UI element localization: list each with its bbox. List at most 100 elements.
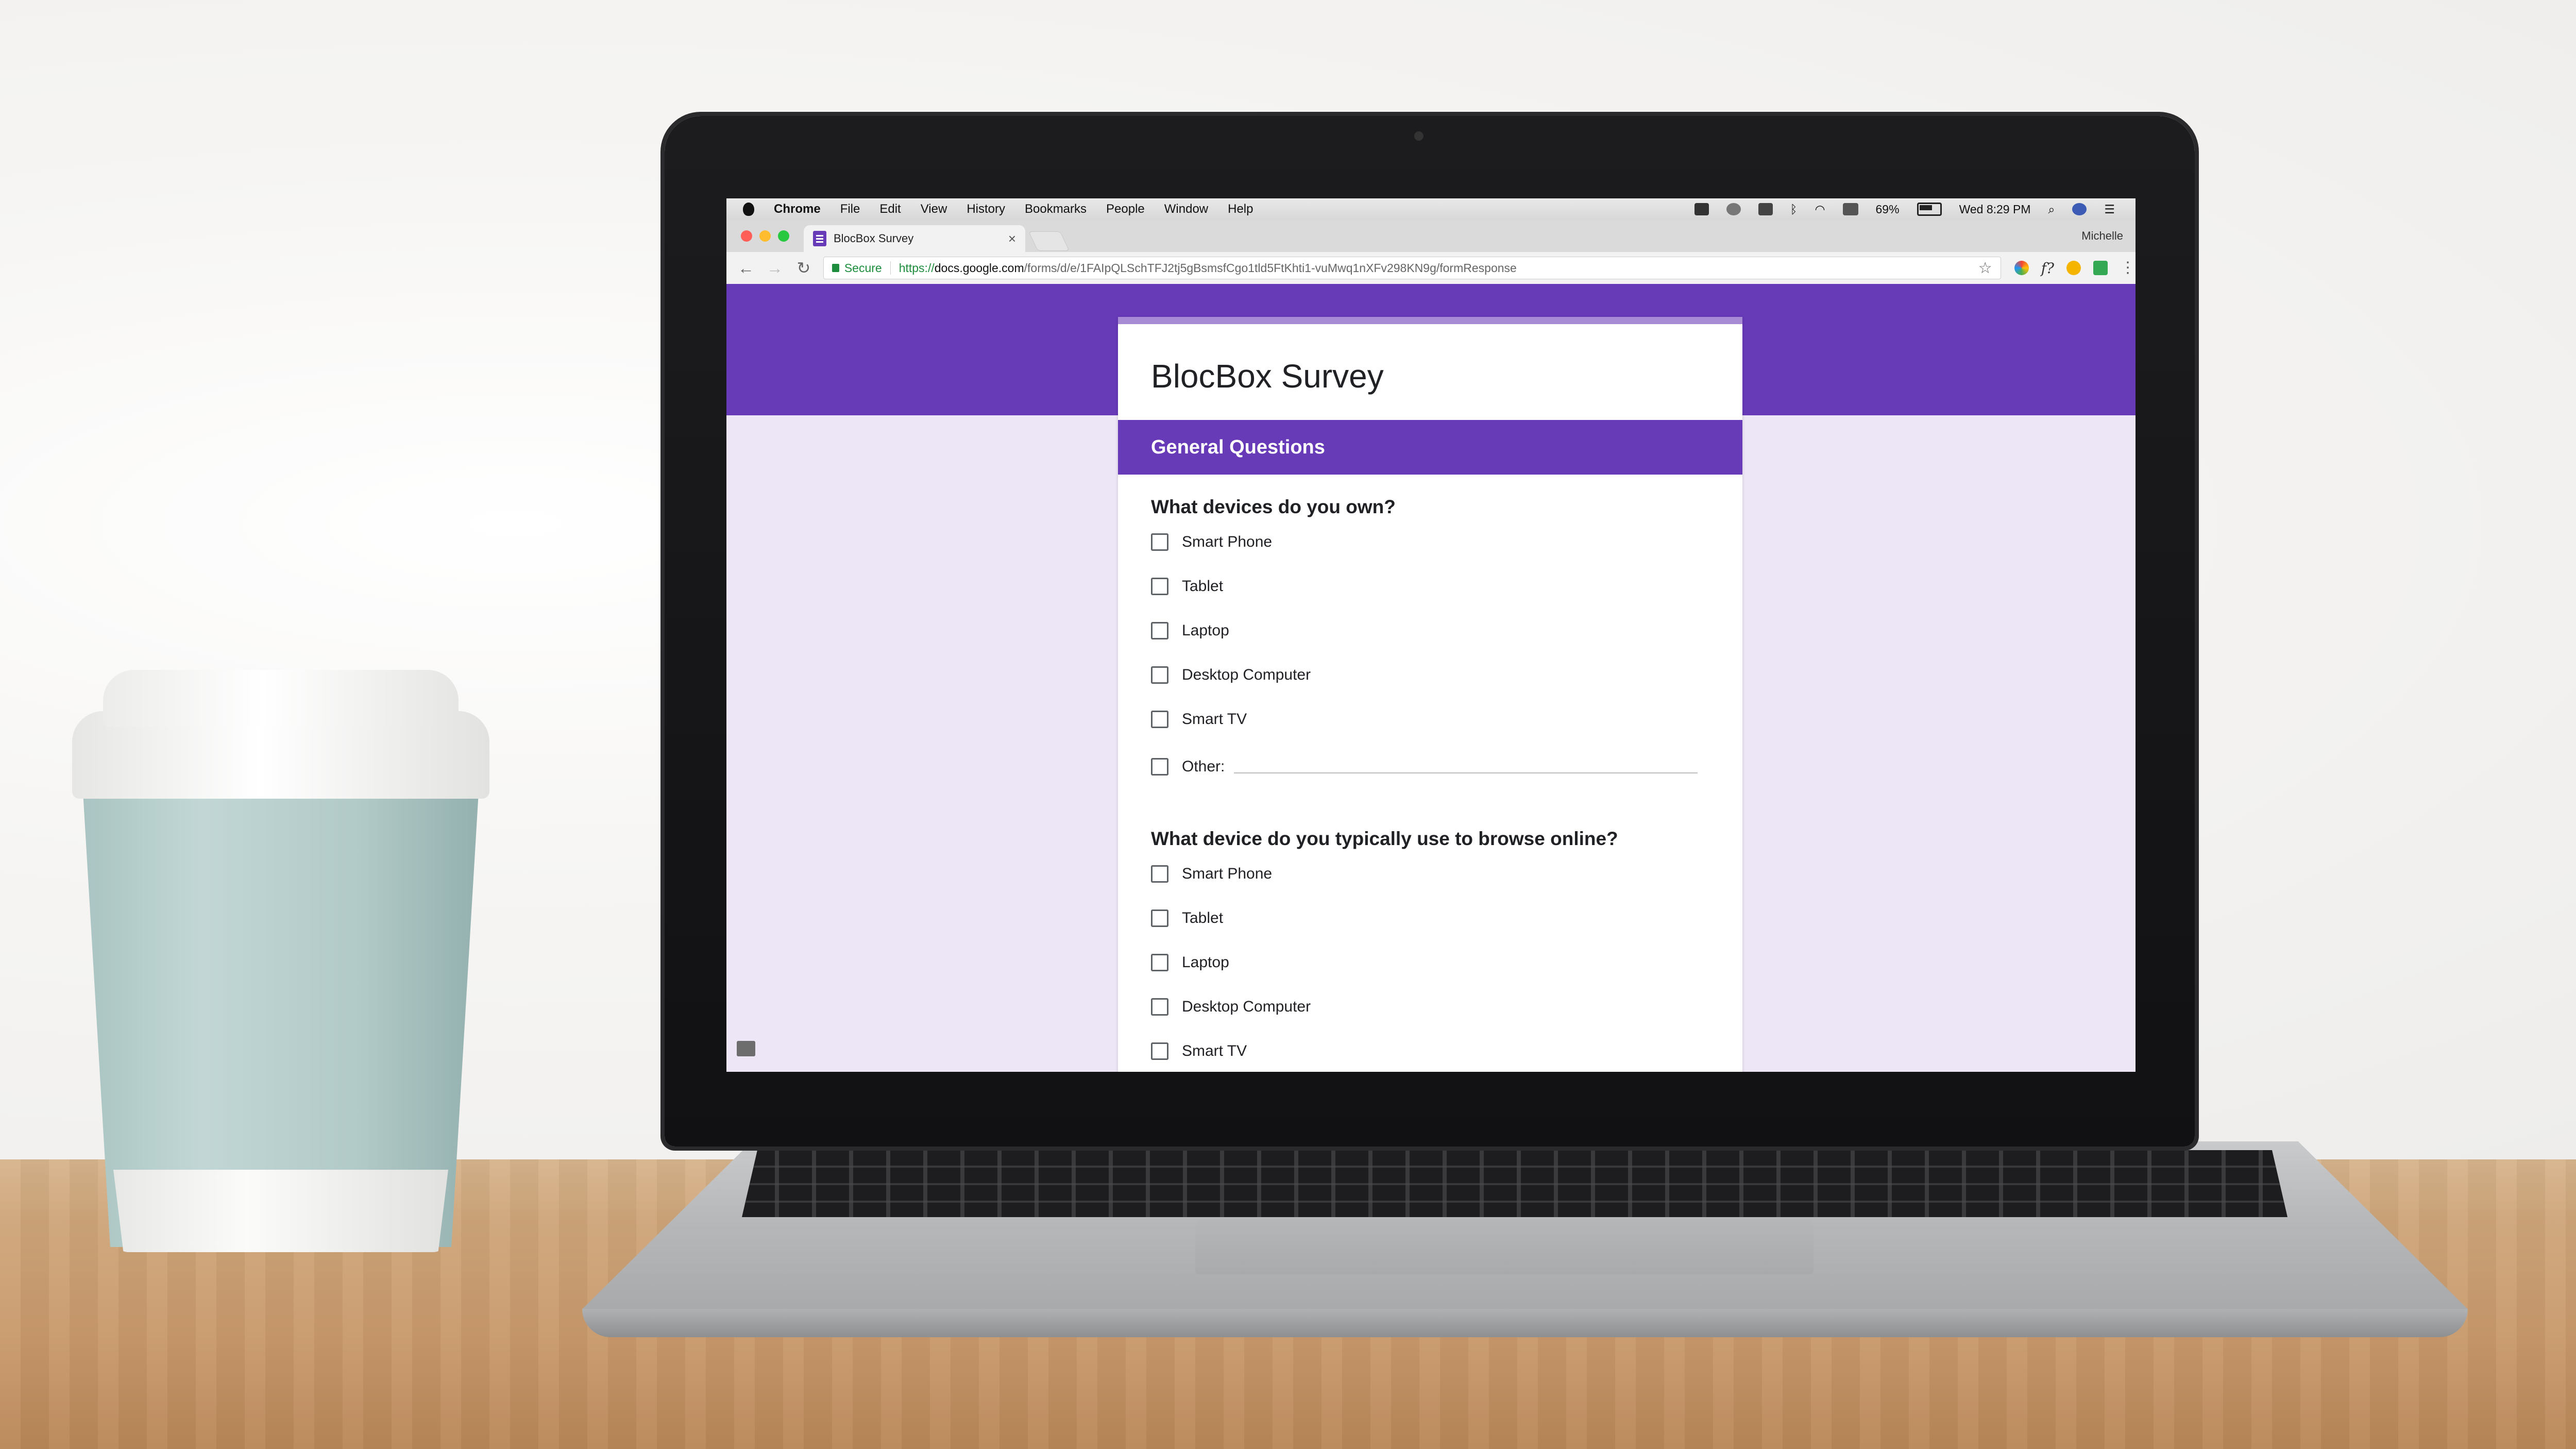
- menu-history[interactable]: History: [967, 202, 1005, 216]
- url-host: docs.google.com: [934, 261, 1024, 275]
- extension-colorwheel-icon[interactable]: [2014, 261, 2029, 275]
- option-label: Smart Phone: [1182, 865, 1273, 882]
- url-scheme: https://: [899, 261, 935, 275]
- q1-option-laptop[interactable]: Laptop: [1151, 622, 1229, 639]
- extension-green-icon[interactable]: [2093, 261, 2108, 275]
- question-1-title: What devices do you own?: [1151, 496, 1396, 517]
- browser-menu-icon[interactable]: ⋮: [2120, 260, 2136, 276]
- app-status-icon[interactable]: [1694, 203, 1709, 215]
- checkbox[interactable]: [1151, 666, 1168, 684]
- menubar-clock[interactable]: Wed 8:29 PM: [1959, 203, 2031, 216]
- q2-option-smart-phone[interactable]: Smart Phone: [1151, 865, 1272, 883]
- section-title: General Questions: [1151, 436, 1325, 458]
- mac-menubar: Chrome File Edit View History Bookmarks …: [726, 198, 2136, 221]
- other-text-input[interactable]: [1234, 772, 1698, 773]
- checkbox[interactable]: [1151, 954, 1168, 971]
- checkbox[interactable]: [1151, 622, 1168, 639]
- option-label: Desktop Computer: [1182, 998, 1311, 1015]
- lock-icon: [832, 264, 839, 272]
- browser-tabstrip: BlocBox Survey × Michelle: [726, 220, 2136, 252]
- checkbox[interactable]: [1151, 909, 1168, 927]
- omnibox-separator: [890, 261, 891, 275]
- form-title: BlocBox Survey: [1151, 358, 1384, 395]
- feedback-icon[interactable]: [737, 1041, 755, 1056]
- checkbox[interactable]: [1151, 578, 1168, 595]
- q2-option-tablet[interactable]: Tablet: [1151, 909, 1223, 927]
- q1-option-tablet[interactable]: Tablet: [1151, 578, 1223, 595]
- option-label: Other:: [1182, 758, 1225, 775]
- spotlight-search-icon[interactable]: ⌕: [2048, 203, 2055, 216]
- zoom-window-button[interactable]: [778, 230, 789, 242]
- menu-window[interactable]: Window: [1164, 202, 1208, 216]
- coffee-cup-lid-top: [103, 670, 459, 727]
- forward-icon[interactable]: →: [766, 259, 784, 278]
- bookmark-star-icon[interactable]: ☆: [1978, 259, 1992, 277]
- google-forms-icon: [813, 231, 826, 246]
- form-page: BlocBox Survey General Questions What de…: [726, 284, 2136, 1072]
- keyboard-rows: [742, 1150, 2287, 1217]
- question-2-title: What device do you typically use to brow…: [1151, 828, 1618, 849]
- address-bar[interactable]: Secure https:// docs.google.com /forms/d…: [823, 257, 2001, 279]
- option-label: Laptop: [1182, 622, 1229, 639]
- option-label: Smart TV: [1182, 1042, 1247, 1059]
- tab-title: BlocBox Survey: [834, 232, 914, 245]
- airplay-icon[interactable]: [1842, 203, 1858, 215]
- new-tab-button[interactable]: [1028, 231, 1070, 251]
- reload-icon[interactable]: ↻: [794, 258, 813, 278]
- menu-people[interactable]: People: [1106, 202, 1145, 216]
- profile-name[interactable]: Michelle: [2081, 229, 2123, 243]
- menu-view[interactable]: View: [921, 202, 947, 216]
- battery-percent[interactable]: 69%: [1876, 203, 1900, 216]
- webcam-icon: [1414, 131, 1423, 141]
- checkbox[interactable]: [1151, 758, 1168, 776]
- q1-option-desktop-computer[interactable]: Desktop Computer: [1151, 666, 1311, 684]
- menu-app-name[interactable]: Chrome: [774, 202, 821, 216]
- checkbox[interactable]: [1151, 533, 1168, 551]
- url-path: /forms/d/e/1FAIpQLSchTFJ2tj5gBsmsfCgo1tl…: [1024, 261, 1517, 275]
- q1-option-other[interactable]: Other:: [1151, 758, 1698, 776]
- checkbox[interactable]: [1151, 1042, 1168, 1060]
- wifi-icon[interactable]: ◠: [1815, 203, 1825, 216]
- apple-logo-icon[interactable]: [743, 203, 754, 216]
- back-icon[interactable]: ←: [737, 259, 755, 278]
- battery-icon[interactable]: [1917, 203, 1942, 216]
- close-window-button[interactable]: [741, 230, 752, 242]
- checkbox[interactable]: [1151, 998, 1168, 1016]
- checkbox[interactable]: [1151, 711, 1168, 728]
- form-card: BlocBox Survey General Questions What de…: [1118, 317, 1742, 1072]
- q1-option-smart-phone[interactable]: Smart Phone: [1151, 533, 1272, 551]
- window-controls: [741, 230, 789, 242]
- card-accent-line: [1118, 317, 1742, 324]
- tab-close-icon[interactable]: ×: [1008, 231, 1016, 247]
- siri-icon[interactable]: [2072, 203, 2087, 215]
- bluetooth-icon[interactable]: ᛒ: [1790, 203, 1798, 216]
- laptop-screen: Chrome File Edit View History Bookmarks …: [726, 198, 2136, 1072]
- menu-help[interactable]: Help: [1228, 202, 1253, 216]
- checkbox[interactable]: [1151, 865, 1168, 883]
- q1-option-smart-tv[interactable]: Smart TV: [1151, 711, 1247, 728]
- dropbox-icon[interactable]: [1758, 203, 1773, 215]
- spiral-status-icon[interactable]: [1726, 203, 1741, 215]
- option-label: Laptop: [1182, 954, 1229, 971]
- laptop-front-edge: [582, 1309, 2468, 1337]
- option-label: Smart Phone: [1182, 533, 1273, 550]
- minimize-window-button[interactable]: [759, 230, 771, 242]
- q2-option-smart-tv[interactable]: Smart TV: [1151, 1042, 1247, 1060]
- section-header: General Questions: [1118, 420, 1742, 475]
- option-label: Tablet: [1182, 909, 1224, 926]
- extension-coin-icon[interactable]: [2066, 261, 2081, 275]
- laptop-trackpad: [1195, 1220, 1814, 1274]
- notification-center-icon[interactable]: ☰: [2104, 203, 2115, 216]
- security-label: Secure: [844, 261, 882, 275]
- extension-formula-icon[interactable]: f?: [2041, 260, 2054, 277]
- option-label: Desktop Computer: [1182, 666, 1311, 683]
- menu-edit[interactable]: Edit: [879, 202, 901, 216]
- extensions-area: f? ⋮: [2014, 260, 2136, 277]
- option-label: Smart TV: [1182, 711, 1247, 728]
- q2-option-laptop[interactable]: Laptop: [1151, 954, 1229, 971]
- q2-option-desktop-computer[interactable]: Desktop Computer: [1151, 998, 1311, 1016]
- menu-file[interactable]: File: [840, 202, 860, 216]
- browser-toolbar: ← → ↻ Secure https:// docs.google.com /f…: [726, 252, 2136, 284]
- browser-tab-active[interactable]: BlocBox Survey ×: [804, 225, 1025, 252]
- menu-bookmarks[interactable]: Bookmarks: [1025, 202, 1087, 216]
